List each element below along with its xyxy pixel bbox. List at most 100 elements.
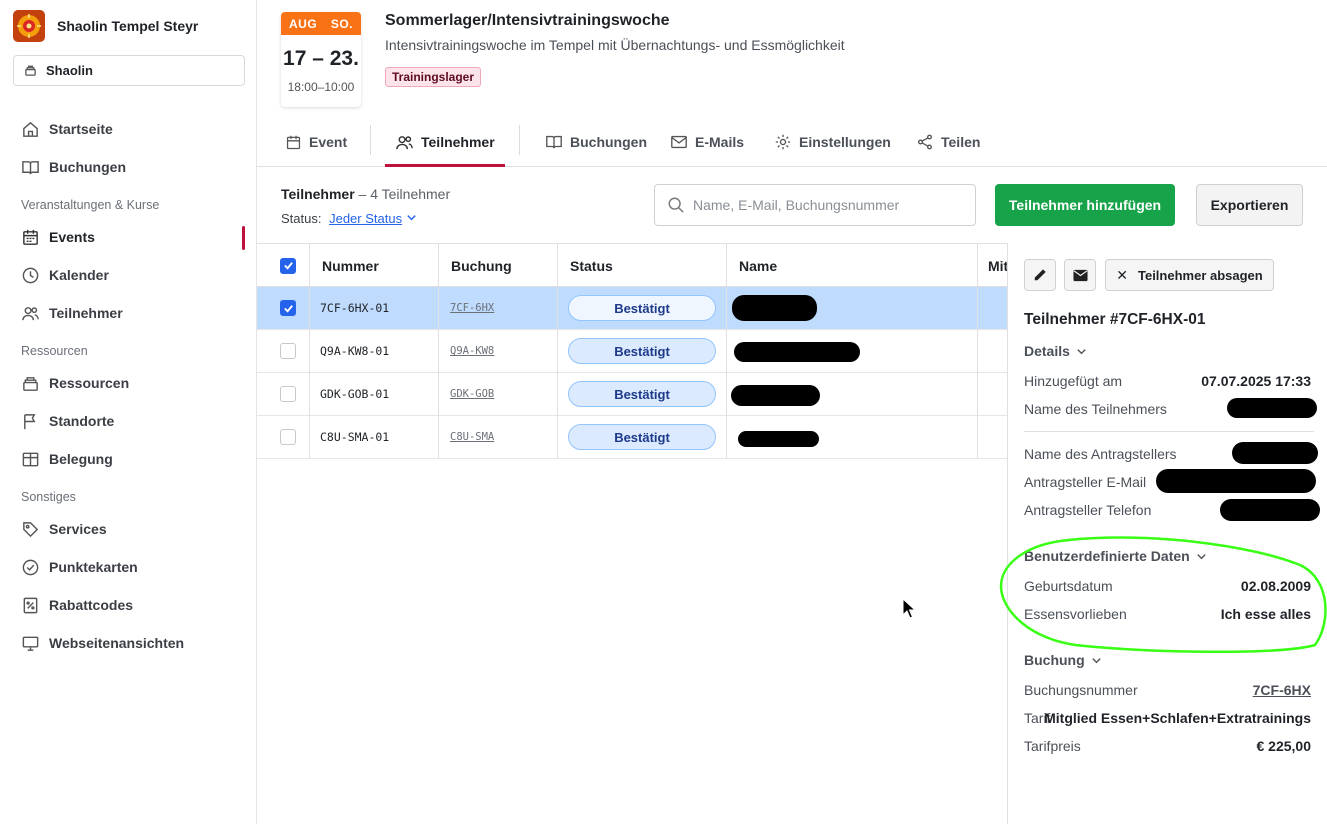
sidebar-item-events[interactable]: Events: [21, 226, 95, 248]
birthdate-label: Geburtsdatum: [1024, 578, 1113, 594]
booking-section-toggle[interactable]: Buchung: [1024, 652, 1102, 668]
cancel-participant-button[interactable]: ✕ Teilnehmer absagen: [1105, 259, 1274, 291]
chevron-down-icon: [1197, 553, 1206, 559]
sidebar-section-veranstaltungen: Veranstaltungen & Kurse: [21, 198, 160, 212]
tab-teilnehmer[interactable]: Teilnehmer: [395, 117, 495, 167]
org-header[interactable]: Shaolin Tempel Steyr: [13, 10, 198, 42]
sidebar-section-ressourcen: Ressourcen: [21, 344, 88, 358]
mail-icon: [671, 135, 687, 149]
cell-buchung-link[interactable]: Q9A-KW8: [450, 330, 494, 372]
event-date-card: AUG SO. 17 – 23. 18:00–10:00: [281, 12, 361, 107]
sidebar-item-startseite[interactable]: Startseite: [21, 118, 113, 140]
row-checkbox[interactable]: [280, 343, 296, 359]
sidebar-item-teilnehmer[interactable]: Teilnehmer: [21, 302, 123, 324]
page-title: Sommerlager/Intensivtrainingswoche: [385, 12, 670, 29]
section-label: Buchung: [1024, 652, 1085, 668]
book-icon: [546, 135, 562, 149]
sidebar-item-belegung[interactable]: Belegung: [21, 448, 113, 470]
participants-table: Nummer Buchung Status Name Mit 7CF-6HX-0…: [257, 243, 1008, 459]
tab-emails[interactable]: E-Mails: [670, 117, 744, 167]
tab-label: Buchungen: [570, 134, 647, 150]
event-subtitle: Intensivtrainingswoche im Tempel mit Übe…: [385, 37, 845, 53]
sidebar-item-kalender[interactable]: Kalender: [21, 264, 109, 286]
column-header-status[interactable]: Status: [570, 244, 613, 287]
tab-buchungen[interactable]: Buchungen: [545, 117, 647, 167]
food-preference-label: Essensvorlieben: [1024, 606, 1127, 622]
status-filter: Status: Jeder Status: [281, 211, 417, 226]
tab-label: Event: [309, 134, 348, 150]
columns-icon: [22, 452, 39, 466]
status-badge: Bestätigt: [568, 424, 716, 450]
share-icon: [918, 134, 932, 150]
applicant-name-label: Name des Antragstellers: [1024, 446, 1177, 462]
row-checkbox[interactable]: [280, 300, 296, 316]
status-filter-label: Status:: [281, 211, 322, 226]
chevron-down-icon: [1077, 348, 1086, 354]
sidebar-item-standorte[interactable]: Standorte: [21, 410, 114, 432]
edit-button[interactable]: [1024, 259, 1056, 291]
redacted-name: [738, 431, 819, 447]
food-preference-value: Ich esse alles: [1220, 606, 1311, 622]
section-label: Benutzerdefinierte Daten: [1024, 548, 1190, 564]
table-row[interactable]: C8U-SMA-01 C8U-SMA Bestätigt: [257, 416, 1007, 459]
sidebar-item-buchungen[interactable]: Buchungen: [21, 156, 126, 178]
select-all-checkbox[interactable]: [280, 257, 296, 274]
chevron-down-icon[interactable]: [406, 212, 417, 223]
applicant-phone-label: Antragsteller Telefon: [1024, 502, 1152, 518]
email-button[interactable]: [1064, 259, 1096, 291]
participant-detail-panel: ✕ Teilnehmer absagen Teilnehmer #7CF-6HX…: [1007, 243, 1327, 824]
table-row[interactable]: 7CF-6HX-01 7CF-6HX Bestätigt: [257, 287, 1007, 330]
tab-teilen[interactable]: Teilen: [916, 117, 980, 167]
row-select-cell: [280, 373, 296, 415]
check-icon: [283, 304, 293, 313]
tab-bar: Event Teilnehmer Buchungen E-Mails Einst…: [257, 117, 1327, 167]
sidebar-item-label: Standorte: [49, 413, 115, 429]
sidebar-item-rabattcodes[interactable]: Rabattcodes: [21, 594, 133, 616]
tariff-price-value: € 225,00: [1256, 738, 1312, 754]
search-field[interactable]: [654, 184, 976, 226]
status-filter-dropdown[interactable]: Jeder Status: [329, 211, 402, 226]
column-header-buchung[interactable]: Buchung: [451, 244, 512, 287]
column-header-mit[interactable]: Mit: [988, 244, 1008, 287]
sidebar-item-webseitenansichten[interactable]: Webseitenansichten: [21, 632, 184, 654]
custom-data-section-toggle[interactable]: Benutzerdefinierte Daten: [1024, 548, 1207, 564]
tab-event[interactable]: Event: [285, 117, 347, 167]
booking-number-link[interactable]: 7CF-6HX: [1253, 682, 1311, 698]
mail-icon: [1072, 269, 1088, 281]
close-icon: ✕: [1116, 266, 1128, 283]
org-selector-label: Shaolin: [46, 63, 93, 78]
column-header-name[interactable]: Name: [739, 244, 777, 287]
sidebar-item-label: Punktekarten: [49, 559, 138, 575]
org-name: Shaolin Tempel Steyr: [57, 18, 199, 34]
cell-status: Bestätigt: [568, 330, 716, 372]
calendar-icon: [286, 135, 301, 149]
sidebar-item-punktekarten[interactable]: Punktekarten: [21, 556, 138, 578]
status-badge: Bestätigt: [568, 295, 716, 321]
add-participant-button[interactable]: Teilnehmer hinzufügen: [995, 184, 1175, 226]
event-tag: Trainingslager: [385, 67, 482, 87]
column-divider: [557, 243, 558, 459]
search-input[interactable]: [693, 197, 963, 213]
row-checkbox[interactable]: [280, 386, 296, 402]
redacted-name: [734, 342, 860, 362]
search-icon: [668, 197, 684, 213]
table-row[interactable]: Q9A-KW8-01 Q9A-KW8 Bestätigt: [257, 330, 1007, 373]
tab-divider: [370, 125, 371, 155]
cell-buchung-link[interactable]: 7CF-6HX: [450, 287, 494, 329]
check-circle-icon: [22, 559, 39, 575]
sidebar: Shaolin Tempel Steyr Shaolin Startseite …: [0, 0, 257, 824]
tag-icon: [23, 521, 39, 537]
cell-buchung-link[interactable]: C8U-SMA: [450, 416, 494, 458]
tab-einstellungen[interactable]: Einstellungen: [774, 117, 891, 167]
sidebar-item-services[interactable]: Services: [21, 518, 107, 540]
sidebar-item-ressourcen[interactable]: Ressourcen: [21, 372, 129, 394]
row-checkbox[interactable]: [280, 429, 296, 445]
export-button[interactable]: Exportieren: [1196, 184, 1303, 226]
org-selector[interactable]: Shaolin: [13, 55, 245, 86]
table-row[interactable]: GDK-GOB-01 GDK-GOB Bestätigt: [257, 373, 1007, 416]
details-section-toggle[interactable]: Details: [1024, 343, 1087, 359]
cell-buchung-link[interactable]: GDK-GOB: [450, 373, 494, 415]
select-all-cell: [280, 244, 296, 287]
column-header-nummer[interactable]: Nummer: [322, 244, 379, 287]
cell-status: Bestätigt: [568, 287, 716, 329]
